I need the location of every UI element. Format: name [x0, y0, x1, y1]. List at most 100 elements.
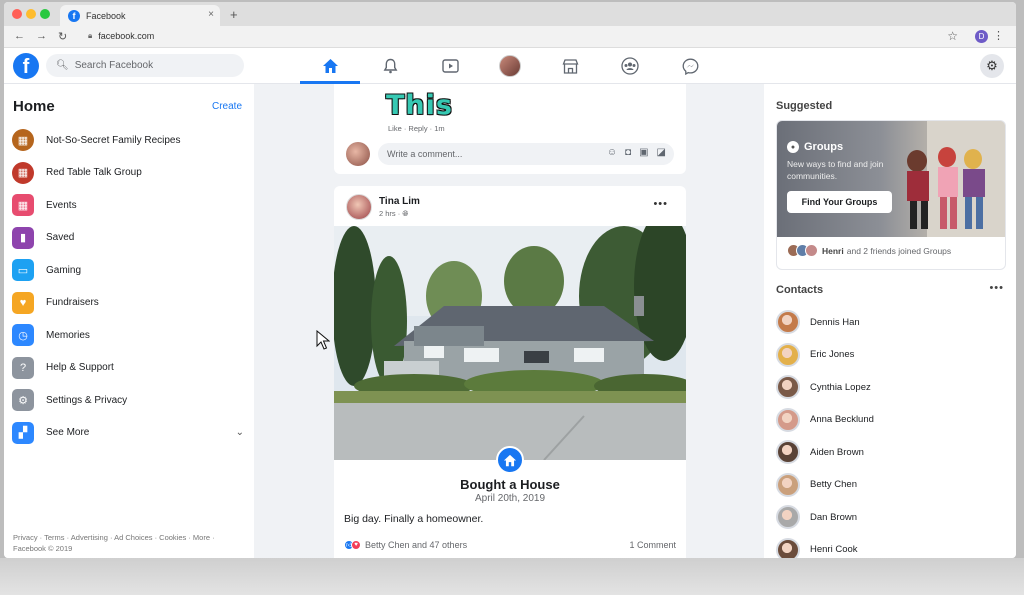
- contacts-options-icon[interactable]: •••: [989, 282, 1004, 294]
- groups-badge-icon: ●: [787, 141, 799, 153]
- nav-notifications-tab[interactable]: [360, 48, 420, 84]
- sidebar-item-settings-privacy[interactable]: ⚙ Settings & Privacy: [12, 384, 244, 417]
- facebook-header: f 🔍︎ Search Facebook ⚙: [4, 48, 1016, 84]
- nav-watch-tab[interactable]: [420, 48, 480, 84]
- reload-icon[interactable]: ↻: [58, 30, 67, 43]
- groups-friends-joined[interactable]: Henri and 2 friends joined Groups: [787, 244, 951, 257]
- url-field[interactable]: 🔒︎ facebook.com: [88, 31, 154, 41]
- close-window-button[interactable]: [12, 9, 22, 19]
- browser-tab[interactable]: f Facebook ×: [60, 5, 220, 26]
- contact-item[interactable]: Dan Brown: [776, 501, 874, 534]
- post-author-avatar[interactable]: [346, 194, 372, 220]
- gear-icon: ⚙: [986, 58, 998, 73]
- contact-item[interactable]: Aiden Brown: [776, 436, 874, 469]
- groups-icon: [621, 57, 639, 75]
- sidebar-item-help-support[interactable]: ? Help & Support: [12, 352, 244, 385]
- post-timestamp: 2 hrs · 🌐︎: [379, 209, 408, 219]
- contacts-list: Dennis Han Eric Jones Cynthia Lopez Anna Be…: [776, 306, 874, 558]
- tab-close-icon[interactable]: ×: [208, 9, 214, 20]
- chevron-down-icon[interactable]: ⌄: [236, 427, 244, 438]
- post-photo[interactable]: [334, 226, 686, 460]
- contact-item[interactable]: Eric Jones: [776, 339, 874, 372]
- contact-avatar: [776, 537, 800, 558]
- nav-home-tab[interactable]: [300, 48, 360, 84]
- contact-item[interactable]: Anna Becklund: [776, 404, 874, 437]
- nav-messenger-tab[interactable]: [660, 48, 720, 84]
- sidebar-item-gaming[interactable]: ▭ Gaming: [12, 254, 244, 287]
- event-date: April 20th, 2019: [474, 493, 546, 504]
- nav-groups-tab[interactable]: [600, 48, 660, 84]
- friends-joined-text: and 2 friends joined Groups: [846, 245, 952, 256]
- back-arrow-icon[interactable]: ←: [14, 30, 25, 42]
- reactions-summary[interactable]: 👍︎ ♥ Betty Chen and 47 others: [344, 540, 467, 550]
- contact-item[interactable]: Betty Chen: [776, 469, 874, 502]
- comment-sticker: This: [386, 90, 453, 121]
- sidebar-item-not-so-secret-family-recipes[interactable]: ▦ Not-So-Secret Family Recipes: [12, 124, 244, 157]
- browser-window: f Facebook × + ← → ↻ 🔒︎ facebook.com ☆ D…: [4, 2, 1016, 558]
- like-reply-links[interactable]: Like · Reply · 1m: [388, 124, 445, 133]
- sidebar-item-fundraisers[interactable]: ♥ Fundraisers: [12, 287, 244, 320]
- nav-marketplace-tab[interactable]: [540, 48, 600, 84]
- find-your-groups-button[interactable]: Find Your Groups: [787, 191, 892, 213]
- maximize-window-button[interactable]: [40, 9, 50, 19]
- sidebar-item-events[interactable]: ▦ Events: [12, 189, 244, 222]
- sidebar-item-label: Gaming: [46, 264, 82, 276]
- search-input[interactable]: 🔍︎ Search Facebook: [46, 54, 244, 77]
- calendar-icon: ▦: [12, 194, 34, 217]
- forward-arrow-icon[interactable]: →: [36, 30, 47, 42]
- question-icon: ?: [12, 356, 34, 379]
- new-tab-button[interactable]: +: [230, 7, 238, 22]
- sidebar-item-red-table-talk-group[interactable]: ▦ Red Table Talk Group: [12, 157, 244, 190]
- nav-profile-tab[interactable]: [480, 48, 540, 84]
- facebook-favicon-icon: f: [68, 9, 80, 22]
- sidebar-item-memories[interactable]: ◷ Memories: [12, 319, 244, 352]
- contact-item[interactable]: Henri Cook: [776, 534, 874, 558]
- sidebar-item-see-more[interactable]: ▞ See More ⌄: [12, 417, 244, 450]
- sidebar-item-label: See More: [46, 427, 90, 439]
- minimize-window-button[interactable]: [26, 9, 36, 19]
- camera-icon[interactable]: ◘: [625, 147, 631, 158]
- create-link[interactable]: Create: [212, 101, 242, 112]
- groups-suggestion-card: ● Groups New ways to find and join commun…: [776, 120, 1006, 270]
- emoji-icon[interactable]: ☺: [607, 147, 617, 158]
- love-reaction-icon: ♥: [351, 540, 361, 550]
- comment-count[interactable]: 1 Comment: [629, 540, 676, 550]
- bell-icon: [383, 58, 397, 74]
- footer-links[interactable]: Privacy · Terms · Advertising · Ad Choic…: [13, 532, 238, 554]
- comment-composer: Write a comment... ☺ ◘ ▣ ◪: [346, 141, 676, 167]
- gif-icon[interactable]: ▣: [639, 147, 648, 158]
- contact-name: Cynthia Lopez: [810, 381, 871, 393]
- comment-input[interactable]: Write a comment... ☺ ◘ ▣ ◪: [378, 143, 674, 165]
- search-placeholder: Search Facebook: [74, 60, 154, 71]
- search-icon: 🔍︎: [56, 60, 69, 71]
- life-event-home-icon: [496, 446, 524, 474]
- post-options-icon[interactable]: •••: [653, 198, 668, 210]
- contact-name: Aiden Brown: [810, 446, 864, 458]
- sidebar-item-saved[interactable]: ▮ Saved: [12, 222, 244, 255]
- profile-avatar: [499, 55, 521, 77]
- mouse-cursor-icon: [316, 330, 330, 350]
- browser-menu-icon[interactable]: ⋮: [993, 29, 1004, 42]
- facebook-logo[interactable]: f: [13, 53, 39, 79]
- contact-name: Eric Jones: [810, 349, 855, 361]
- home-icon: [322, 59, 338, 73]
- contact-item[interactable]: Cynthia Lopez: [776, 371, 874, 404]
- right-rail: Suggested ● Groups New ways to find and …: [764, 84, 1016, 558]
- post-author-name[interactable]: Tina Lim: [379, 196, 420, 207]
- sidebar-item-label: Fundraisers: [46, 297, 99, 309]
- sidebar-item-label: Help & Support: [46, 362, 114, 374]
- settings-button[interactable]: ⚙: [980, 54, 1004, 78]
- contact-avatar: [776, 342, 800, 367]
- left-sidebar: Home Create ▦ Not-So-Secret Family Recipe…: [4, 84, 254, 558]
- bookmark-star-icon[interactable]: ☆: [947, 29, 958, 43]
- sticker-icon[interactable]: ◪: [657, 147, 666, 158]
- groups-title-text: Groups: [804, 141, 844, 153]
- contact-item[interactable]: Dennis Han: [776, 306, 874, 339]
- sidebar-item-label: Settings & Privacy: [46, 394, 128, 406]
- comment-placeholder: Write a comment...: [387, 149, 463, 159]
- clock-icon: ◷: [12, 324, 34, 347]
- previous-post-card: This Like · Reply · 1m Write a comment..…: [334, 84, 686, 174]
- browser-profile-avatar[interactable]: D: [975, 30, 988, 43]
- groups-banner: ● Groups New ways to find and join commun…: [777, 121, 1005, 237]
- contact-name: Betty Chen: [810, 479, 857, 491]
